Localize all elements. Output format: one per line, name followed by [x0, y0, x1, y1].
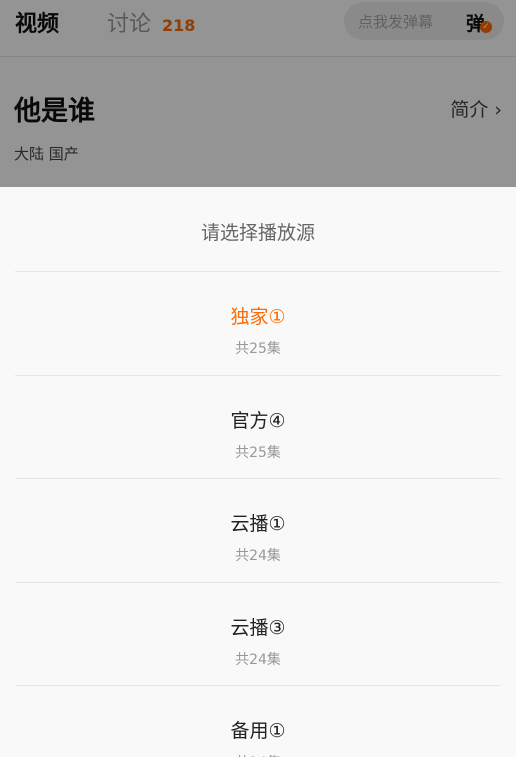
source-option-episode-count: 共24集 — [235, 548, 281, 564]
source-option-name: 备用① — [230, 720, 286, 742]
source-option[interactable]: 云播③ 共24集 — [0, 583, 516, 686]
source-option-episode-count: 共24集 — [235, 652, 281, 668]
source-option-name: 官方④ — [230, 410, 286, 432]
source-option-name: 云播① — [230, 513, 286, 535]
source-option-name: 独家① — [230, 306, 286, 328]
source-option[interactable]: 备用① 共24集 — [0, 686, 516, 757]
source-option-episode-count: 共25集 — [235, 445, 281, 461]
source-option[interactable]: 官方④ 共25集 — [0, 376, 516, 479]
source-option-episode-count: 共24集 — [0, 752, 516, 757]
source-option[interactable]: 云播① 共24集 — [0, 479, 516, 582]
source-option-episode-count: 共25集 — [235, 341, 281, 357]
source-option-name: 云播③ — [230, 617, 286, 639]
sheet-title: 请选择播放源 — [200, 222, 315, 244]
source-option[interactable]: 独家① 共25集 — [0, 272, 516, 375]
source-select-sheet: 请选择播放源 独家①共25集官方④共25集云播①共24集云播③共24集备用①共2… — [0, 187, 516, 757]
